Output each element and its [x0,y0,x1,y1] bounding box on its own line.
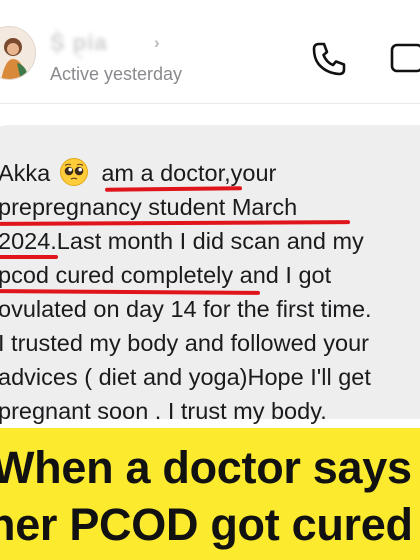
message-text: Akka [0,160,51,186]
message-line-5: ovulated on day 14 for the first time. [0,296,372,322]
caption-banner: When a doctor says her PCOD got cured [0,428,420,560]
chat-header: Ṩ p̣ia › Active yesterday [0,0,420,104]
chat-area: Akka am a doctor,your prepregnancy stude… [0,105,420,425]
avatar[interactable] [0,26,36,80]
message-line-3: 2024.Last month I did scan and my [0,228,364,254]
message-line-2: prepregnancy student March [0,194,298,220]
message-line-7: advices ( diet and yoga)Hope I'll get [0,364,371,390]
contact-name[interactable]: Ṩ p̣ia [50,30,108,56]
phone-icon [312,42,346,76]
message-line-6: I trusted my body and followed your [0,330,369,356]
contact-status: Active yesterday [50,64,183,84]
caption-line-2: her PCOD got cured [0,499,413,550]
message-text: am a doctor,your [101,160,277,186]
chevron-right-icon[interactable]: › [154,33,160,53]
pleading-face-emoji [59,158,88,186]
highlight-underline [0,255,58,259]
chat-screen: Ṩ p̣ia › Active yesterday Akka am a do… [0,0,420,560]
message-line-1: Akka am a doctor,your [0,156,276,190]
caption-line-1: When a doctor says [0,442,412,493]
message-bubble[interactable]: Akka am a doctor,your prepregnancy stude… [0,125,420,424]
video-camera-icon [390,43,420,73]
call-button[interactable] [306,36,352,82]
message-line-4: pcod cured completely and I got [0,262,332,288]
message-line-8: pregnant soon . I trust my body. [0,398,327,424]
video-call-button[interactable] [388,38,420,78]
